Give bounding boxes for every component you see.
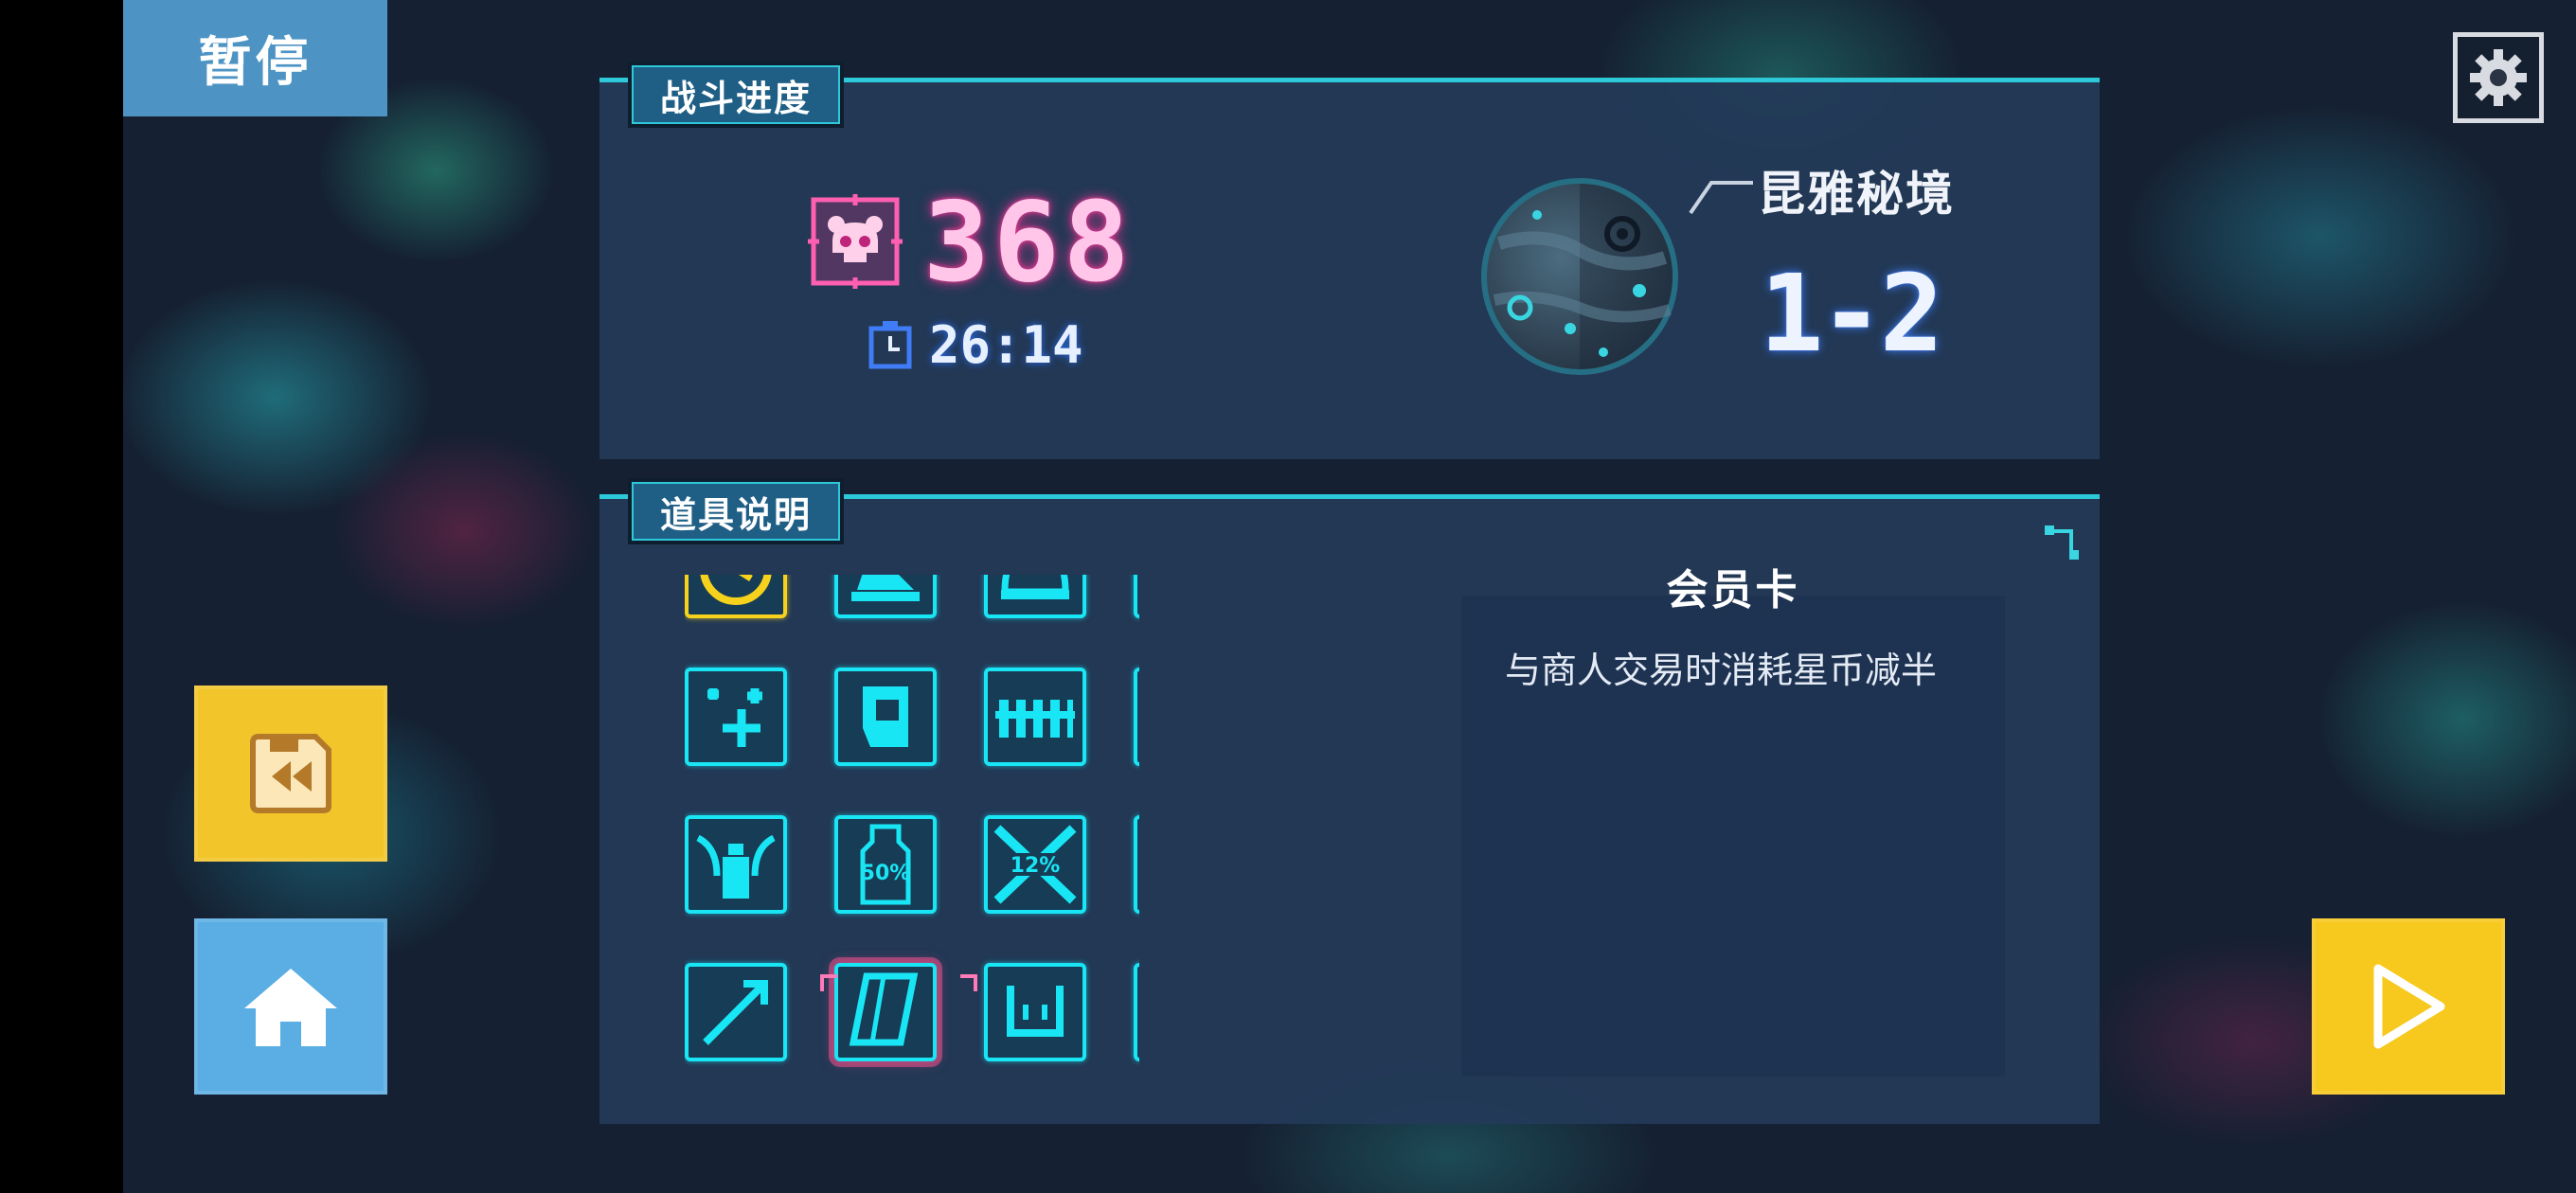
expand-corner-icon[interactable]	[2043, 524, 2081, 561]
home-button[interactable]	[194, 918, 387, 1095]
rewind-save-button[interactable]	[194, 686, 387, 862]
item-magnet[interactable]	[984, 963, 1086, 1061]
item-info-panel: 道具说明 50% 12% 与商人交易时消耗星币减半 会员卡	[599, 478, 2100, 1124]
home-icon	[244, 969, 337, 1046]
swords-12-icon: 12%	[993, 825, 1077, 904]
item-arrow[interactable]	[685, 963, 787, 1061]
magnet-icon	[1007, 986, 1064, 1037]
item-coffin[interactable]	[1134, 815, 1139, 914]
plus-cross-icon	[707, 688, 762, 747]
helmet-icon	[1001, 575, 1069, 599]
item-skull-target[interactable]	[1134, 668, 1139, 766]
stage-number: 1-2	[1760, 253, 1943, 376]
item-plus-cross[interactable]	[685, 668, 787, 766]
altar-icon	[851, 575, 920, 601]
gear-icon	[2470, 49, 2527, 106]
kill-count: 368	[923, 179, 1134, 307]
skull-kill-icon	[808, 194, 903, 289]
item-crossed-sword[interactable]	[1134, 963, 1139, 1061]
item-swords-12[interactable]: 12%	[984, 815, 1086, 914]
resume-button[interactable]	[2312, 918, 2505, 1095]
item-clock[interactable]	[685, 575, 787, 618]
skull-target-icon	[1137, 671, 1139, 762]
realm-name: 昆雅秘境	[1758, 167, 1955, 222]
item-description-box: 与商人交易时消耗星币减半	[1461, 596, 2005, 1077]
stopwatch-icon	[868, 321, 912, 369]
clock-icon	[700, 575, 772, 605]
card-icon	[849, 972, 919, 1046]
swords-badge: 12%	[1011, 854, 1061, 878]
coffin-icon	[1137, 819, 1139, 910]
fence-icon	[995, 700, 1075, 738]
item-helmet[interactable]	[984, 575, 1086, 618]
item-card-top[interactable]	[1134, 575, 1139, 618]
item-name: 会员卡	[1666, 566, 1800, 614]
crossed-sword-icon	[1137, 967, 1139, 1058]
item-grid[interactable]: 50% 12%	[685, 575, 1139, 1075]
selection-corner-right	[960, 974, 977, 991]
play-icon	[2373, 964, 2445, 1049]
item-bottle-50[interactable]: 50%	[834, 815, 937, 914]
item-info-tab: 道具说明	[628, 478, 845, 544]
item-potion[interactable]	[685, 815, 787, 914]
item-member-card[interactable]	[834, 963, 937, 1061]
battle-progress-tab: 战斗进度	[628, 62, 845, 128]
card-icon	[1137, 575, 1139, 614]
item-altar[interactable]	[834, 575, 937, 618]
settings-button[interactable]	[2453, 32, 2544, 123]
realm-pointer-line	[1689, 181, 1753, 215]
pause-title: 暂停	[123, 0, 387, 116]
glove-icon	[863, 686, 908, 747]
item-glove[interactable]	[834, 668, 937, 766]
bottle-50-icon: 50%	[860, 824, 911, 905]
bottle-badge: 50%	[861, 862, 911, 885]
potion-icon	[696, 834, 776, 899]
planet-icon	[1481, 178, 1678, 375]
elapsed-time: 26:14	[929, 315, 1083, 375]
arrow-icon	[703, 980, 768, 1045]
selection-corner-left	[820, 974, 837, 991]
item-description: 与商人交易时消耗星币减半	[1505, 650, 1938, 691]
item-fence[interactable]	[984, 668, 1086, 766]
battle-progress-panel: 战斗进度 368 26:14 昆雅秘境 1-2	[599, 62, 2100, 459]
rewind-save-icon	[250, 734, 331, 813]
